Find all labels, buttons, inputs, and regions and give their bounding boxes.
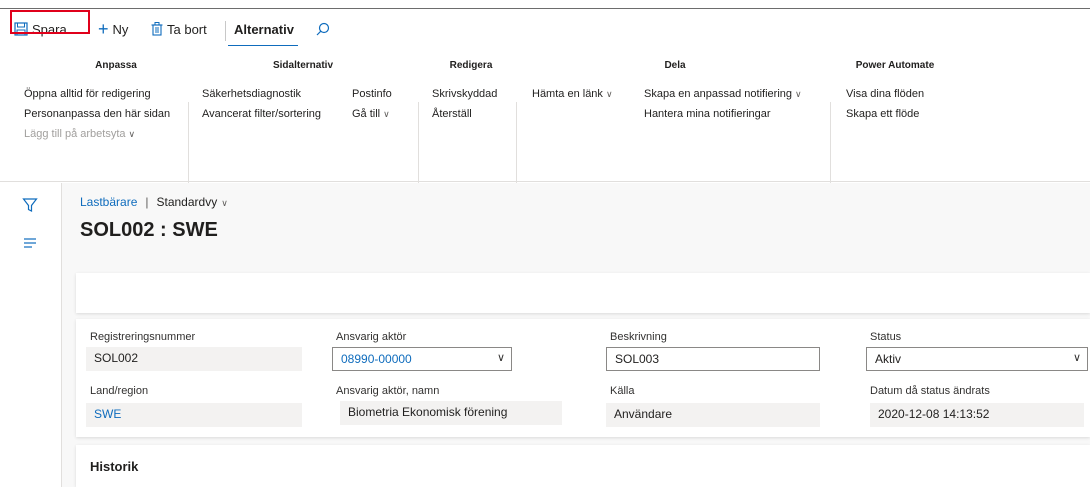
trash-icon: [151, 22, 163, 36]
main-content: Lastbärare | Standardvy ∨ SOL002 : SWE Re…: [62, 183, 1090, 487]
chevron-down-icon: ∨: [605, 89, 613, 99]
toolbar-divider: [225, 21, 226, 41]
group-title-power-automate: Power Automate: [855, 60, 935, 71]
description-label: Beskrivning: [610, 331, 667, 343]
delete-label: Ta bort: [167, 21, 207, 37]
status-changed-date-field: 2020-12-08 14:13:52: [870, 403, 1084, 427]
manage-alerts-button[interactable]: Hantera mina notifieringar: [644, 108, 771, 120]
source-label: Källa: [610, 385, 635, 397]
chevron-down-icon: ∨: [128, 129, 136, 139]
save-button[interactable]: Spara: [14, 17, 67, 41]
group-title-sidalternativ: Sidalternativ: [272, 60, 334, 71]
status-label: Status: [870, 331, 902, 343]
go-to-label: Gå till: [352, 108, 381, 120]
breadcrumb: Lastbärare | Standardvy ∨: [80, 195, 228, 209]
save-label: Spara: [32, 21, 67, 37]
breadcrumb-entity-link[interactable]: Lastbärare: [80, 195, 137, 209]
list-icon[interactable]: [22, 235, 40, 253]
responsible-actor-lookup[interactable]: 08990-00000 ∨: [332, 347, 512, 371]
tab-alternativ[interactable]: Alternativ: [234, 17, 294, 41]
chevron-down-icon: ∨: [383, 109, 390, 119]
responsible-actor-name-label: Ansvarig aktör, namn: [336, 385, 440, 397]
description-input[interactable]: SOL003: [606, 347, 820, 371]
registration-number-label: Registreringsnummer: [90, 331, 196, 343]
create-custom-alert-button[interactable]: Skapa en anpassad notifiering ∨: [644, 88, 802, 100]
view-selector[interactable]: Standardvy ∨: [157, 195, 228, 209]
chevron-down-icon[interactable]: ∨: [1073, 351, 1081, 364]
responsible-actor-label: Ansvarig aktör: [336, 331, 407, 343]
group-title-anpassa: Anpassa: [95, 60, 137, 71]
security-diagnostics-button[interactable]: Säkerhetsdiagnostik: [202, 88, 301, 100]
left-rail: [0, 183, 62, 487]
chevron-down-icon: ∨: [795, 89, 802, 99]
chevron-down-icon: ∨: [221, 198, 228, 208]
chevron-down-icon[interactable]: ∨: [497, 351, 505, 364]
tab-alternativ-label: Alternativ: [234, 21, 294, 37]
status-changed-date-label: Datum då status ändrats: [870, 385, 990, 397]
delete-button[interactable]: Ta bort: [151, 17, 207, 41]
record-info-button[interactable]: Postinfo: [352, 88, 392, 100]
history-section[interactable]: Historik: [76, 445, 1090, 487]
country-region-label: Land/region: [90, 385, 149, 397]
get-link-button[interactable]: Hämta en länk ∨: [532, 88, 613, 100]
breadcrumb-separator: |: [145, 195, 149, 209]
group-title-dela: Dela: [664, 60, 686, 71]
add-to-workspace-button[interactable]: Lägg till på arbetsyta ∨: [24, 128, 135, 140]
responsible-actor-value: 08990-00000: [341, 352, 412, 366]
advanced-filter-button[interactable]: Avancerat filter/sortering: [202, 108, 321, 120]
group-title-redigera: Redigera: [449, 60, 493, 71]
registration-number-field: SOL002: [86, 347, 302, 371]
save-icon: [14, 22, 28, 36]
plus-icon: +: [98, 18, 109, 39]
go-to-button[interactable]: Gå till ∨: [352, 108, 390, 120]
search-icon: [316, 22, 330, 36]
revert-button[interactable]: Återställ: [432, 108, 472, 120]
details-card: Registreringsnummer SOL002 Ansvarig aktö…: [76, 319, 1090, 437]
new-button[interactable]: + Ny: [98, 17, 128, 41]
new-label: Ny: [112, 21, 129, 37]
country-region-link[interactable]: SWE: [86, 403, 302, 427]
view-flows-button[interactable]: Visa dina flöden: [846, 88, 924, 100]
filter-icon[interactable]: [22, 197, 40, 215]
status-value: Aktiv: [875, 352, 902, 366]
ribbon: Anpassa Öppna alltid för redigering Pers…: [0, 46, 1090, 198]
create-flow-button[interactable]: Skapa ett flöde: [846, 108, 919, 120]
personalize-page-button[interactable]: Personanpassa den här sidan: [24, 108, 170, 120]
source-field: Användare: [606, 403, 820, 427]
status-select[interactable]: Aktiv ∨: [866, 347, 1088, 371]
add-to-workspace-label: Lägg till på arbetsyta: [24, 128, 126, 140]
action-bar: Spara + Ny Ta bort Alternativ: [0, 8, 1090, 48]
history-title: Historik: [90, 459, 139, 474]
open-always-edit-button[interactable]: Öppna alltid för redigering: [24, 88, 151, 100]
header-card: [76, 273, 1090, 313]
create-custom-alert-label: Skapa en anpassad notifiering: [644, 88, 792, 100]
search-button[interactable]: [316, 17, 334, 41]
page-title: SOL002 : SWE: [80, 219, 218, 241]
read-only-button[interactable]: Skrivskyddad: [432, 88, 497, 100]
get-link-label: Hämta en länk: [532, 88, 603, 100]
responsible-actor-name-field: Biometria Ekonomisk förening: [340, 401, 562, 425]
view-selector-label: Standardvy: [156, 195, 218, 209]
